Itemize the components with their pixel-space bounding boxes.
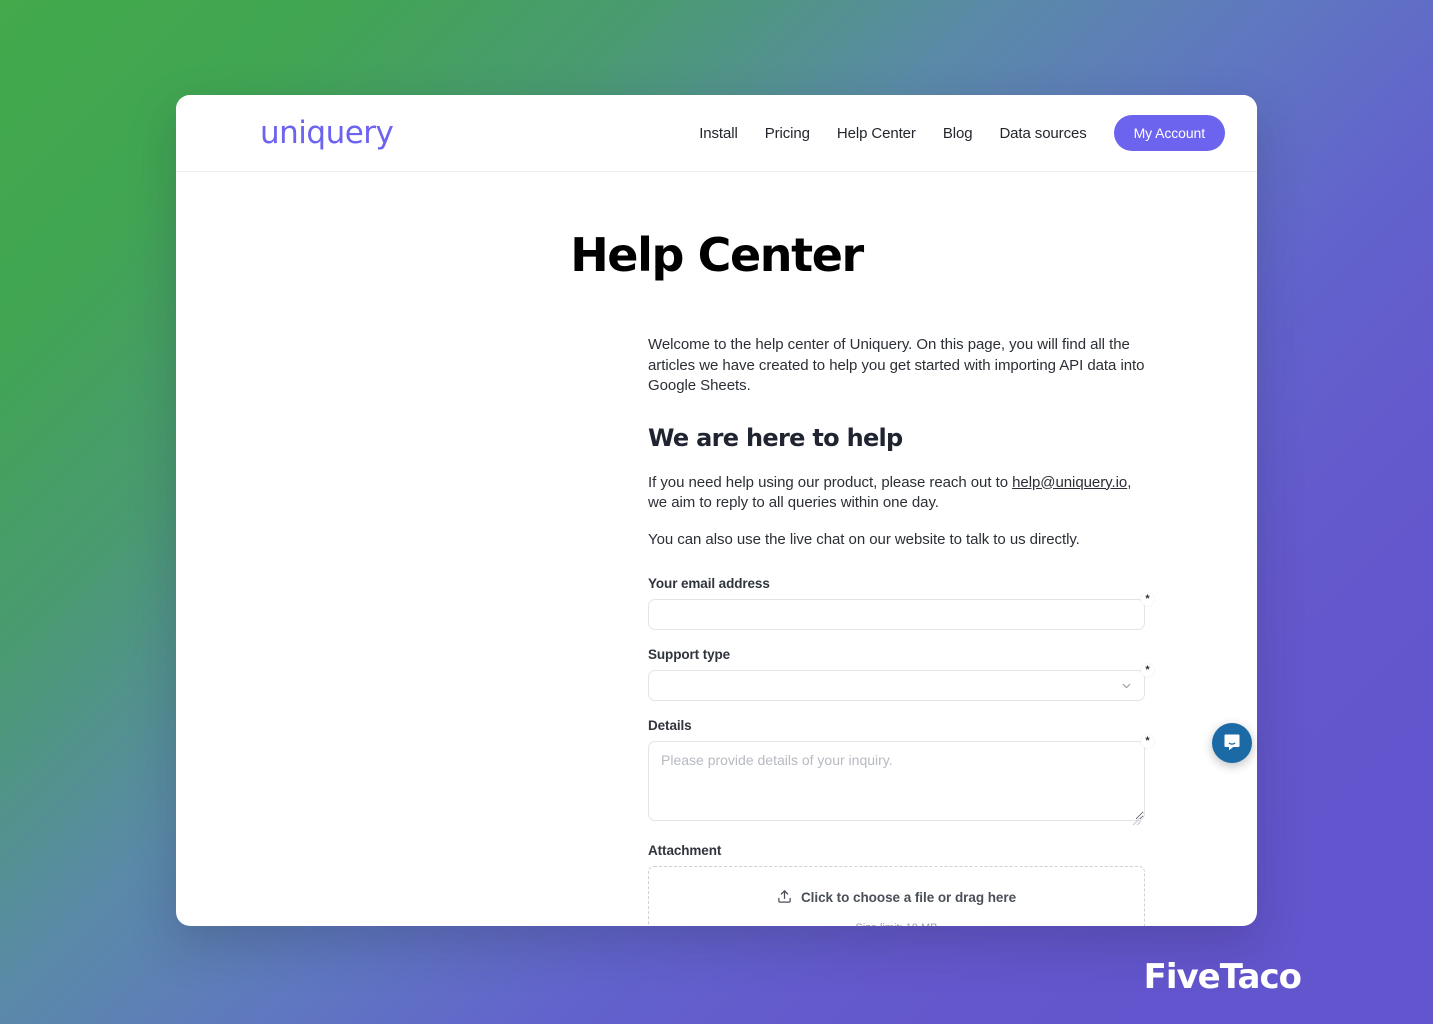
my-account-button[interactable]: My Account <box>1113 115 1225 151</box>
field-attachment: Attachment Click to choose a file or dra… <box>648 843 1145 926</box>
support-paragraph: If you need help using our product, plea… <box>648 473 1145 514</box>
chat-launcher-button[interactable] <box>1212 723 1252 763</box>
section-heading: We are here to help <box>648 423 903 452</box>
support-type-label: Support type <box>648 647 731 662</box>
details-input-shell: * <box>648 735 1154 826</box>
site-header: uniquery Install Pricing Help Center Blo… <box>176 95 1257 172</box>
field-support-type: Support type * <box>648 647 1154 701</box>
email-input-shell: * <box>648 593 1154 630</box>
upload-icon <box>777 889 792 907</box>
attachment-label: Attachment <box>648 843 722 858</box>
details-textarea[interactable] <box>648 741 1145 821</box>
support-email-link[interactable]: help@uniquery.io <box>1012 474 1127 491</box>
nav-item-data-sources[interactable]: Data sources <box>999 125 1086 142</box>
support-text-before: If you need help using our product, plea… <box>648 473 1013 491</box>
nav-item-blog[interactable]: Blog <box>943 125 973 142</box>
required-marker-support-type: * <box>1141 664 1154 677</box>
required-marker-details: * <box>1141 735 1154 748</box>
required-marker-email: * <box>1141 593 1154 606</box>
dropzone-prompt: Click to choose a file or drag here <box>777 889 1016 907</box>
page-body: Help Center Welcome to the help center o… <box>176 172 1257 926</box>
field-email: Your email address * <box>648 576 1154 630</box>
intro-paragraph: Welcome to the help center of Uniquery. … <box>648 336 1145 394</box>
support-form: Your email address * Support type * Deta… <box>648 576 1154 926</box>
dropzone-size-limit: Size limit: 10 MB <box>856 922 938 927</box>
page-title: Help Center <box>570 228 864 282</box>
email-input[interactable] <box>648 599 1145 630</box>
attachment-dropzone[interactable]: Click to choose a file or drag here Size… <box>648 866 1145 926</box>
email-label: Your email address <box>648 576 770 591</box>
content-column: Welcome to the help center of Uniquery. … <box>648 335 1154 926</box>
browser-window-card: uniquery Install Pricing Help Center Blo… <box>176 95 1257 926</box>
field-details: Details * <box>648 718 1154 826</box>
chat-bubble-icon <box>1222 732 1242 755</box>
support-type-select[interactable] <box>648 670 1145 701</box>
brand-logo[interactable]: uniquery <box>260 117 394 149</box>
support-type-input-shell: * <box>648 664 1154 701</box>
nav-item-help-center[interactable]: Help Center <box>837 125 916 142</box>
nav-item-install[interactable]: Install <box>699 125 738 142</box>
fivetaco-watermark: FiveTaco <box>1143 957 1302 997</box>
details-label: Details <box>648 718 692 733</box>
live-chat-paragraph: You can also use the live chat on our we… <box>648 530 1080 548</box>
nav-item-pricing[interactable]: Pricing <box>765 125 810 142</box>
main-navigation: Install Pricing Help Center Blog Data so… <box>699 115 1229 151</box>
dropzone-text: Click to choose a file or drag here <box>800 890 1017 905</box>
